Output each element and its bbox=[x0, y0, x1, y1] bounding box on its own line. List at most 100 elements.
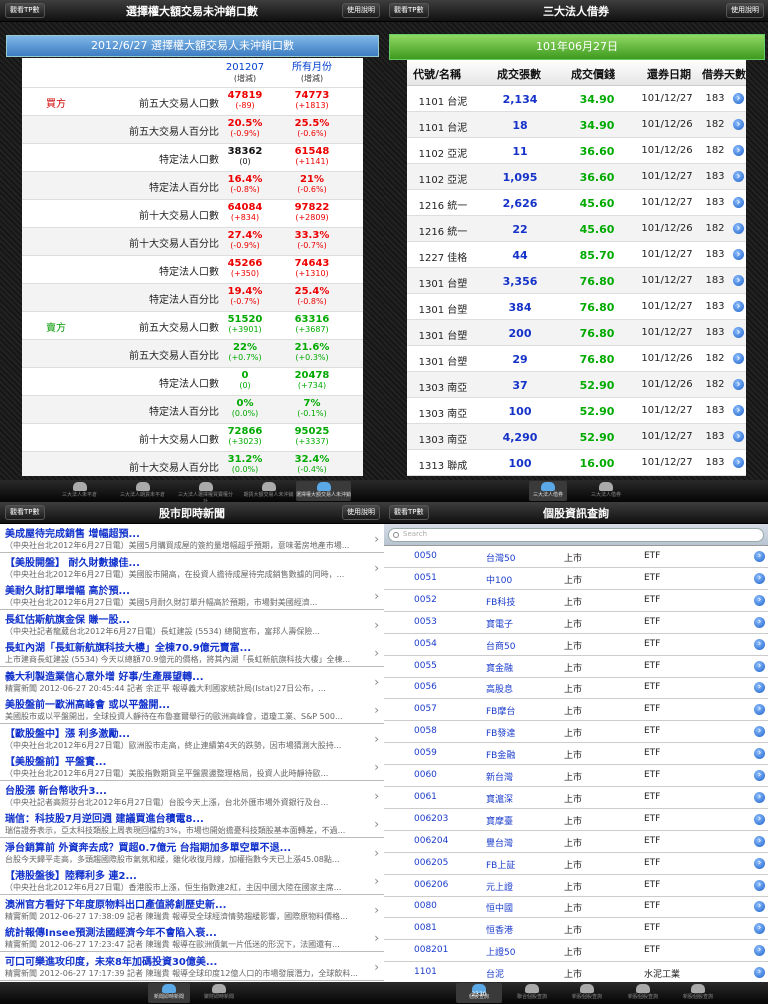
stock-row[interactable]: 008201 上證50 上市 ETF › bbox=[384, 940, 768, 963]
table-row[interactable]: 1101 台泥 2,134 34.90 101/12/27 183 › bbox=[407, 86, 746, 112]
tab-5[interactable]: 選擇權大額交易人未沖銷 bbox=[296, 481, 351, 501]
tab-1[interactable]: 個股查詢 2330 bbox=[456, 983, 502, 1003]
stock-row[interactable]: 006203 寶摩臺 上市 ETF › bbox=[384, 809, 768, 831]
news-item[interactable]: 長紅估斯航旗金保 賺一股... （中央社記者龍葳台北2012年6月27日電）長虹建… bbox=[0, 609, 384, 639]
stock-row[interactable]: 0053 寶電子 上市 ETF › bbox=[384, 612, 768, 634]
news-item[interactable]: 義大利製造業信心意外增 好事/生產展望轉... 精實新聞 2012-06-27 2… bbox=[0, 666, 384, 696]
stock-row[interactable]: 0050 台灣50 上市 ETF › bbox=[384, 546, 768, 568]
disclosure-icon[interactable]: › bbox=[754, 967, 765, 979]
disclosure-icon[interactable]: › bbox=[754, 594, 765, 606]
stock-row[interactable]: 006205 FB上証 上市 ETF › bbox=[384, 853, 768, 875]
stock-row[interactable]: 006206 元上證 上市 ETF › bbox=[384, 875, 768, 897]
table-row[interactable]: 1227 佳格 44 85.70 101/12/27 183 › bbox=[407, 242, 746, 268]
tab-3[interactable]: 新股個股查詢 bbox=[564, 983, 610, 1003]
disclosure-icon[interactable]: › bbox=[754, 616, 765, 628]
disclosure-icon[interactable]: › bbox=[754, 901, 765, 913]
disclosure-icon[interactable]: › bbox=[733, 275, 744, 286]
disclosure-icon[interactable]: › bbox=[754, 682, 765, 694]
stock-row[interactable]: 0058 FB發達 上市 ETF › bbox=[384, 721, 768, 744]
news-item[interactable]: 【美股盤前】平盤實... （中央社台北2012年6月27日電）美股指數期貨呈平盤震… bbox=[0, 752, 384, 781]
tab-1[interactable]: 新聞即時新聞 bbox=[148, 983, 190, 1003]
news-item[interactable]: 長虹內湖「長虹新航旗科技大樓」全棟70.9億元賣富... 上市建商長虹建設 (55… bbox=[0, 638, 384, 667]
disclosure-icon[interactable]: › bbox=[754, 704, 765, 716]
disclosure-icon[interactable]: › bbox=[733, 197, 744, 208]
disclosure-icon[interactable]: › bbox=[754, 813, 765, 825]
stock-row[interactable]: 0054 台商50 上市 ETF › bbox=[384, 634, 768, 656]
disclosure-icon[interactable]: › bbox=[754, 923, 765, 935]
disclosure-icon[interactable]: › bbox=[733, 431, 744, 442]
disclosure-icon[interactable]: › bbox=[733, 327, 744, 338]
table-row[interactable]: 1102 亞泥 1,095 36.60 101/12/27 183 › bbox=[407, 164, 746, 190]
search-input[interactable]: Search bbox=[388, 528, 764, 542]
disclosure-icon[interactable]: › bbox=[733, 353, 744, 364]
table-row[interactable]: 1313 聯成 100 16.00 101/12/27 183 › bbox=[407, 450, 746, 476]
disclosure-icon[interactable]: › bbox=[733, 93, 744, 104]
table-row[interactable]: 1301 台塑 384 76.80 101/12/27 183 › bbox=[407, 294, 746, 320]
table-row[interactable]: 1102 亞泥 11 36.60 101/12/26 182 › bbox=[407, 138, 746, 164]
stock-row[interactable]: 006204 豐台灣 上市 ETF › bbox=[384, 831, 768, 853]
disclosure-icon[interactable]: › bbox=[733, 405, 744, 416]
table-row[interactable]: 1301 台塑 200 76.80 101/12/27 183 › bbox=[407, 320, 746, 346]
disclosure-icon[interactable]: › bbox=[733, 301, 744, 312]
table-row[interactable]: 1216 統一 2,626 45.60 101/12/27 183 › bbox=[407, 190, 746, 216]
news-item[interactable]: 美成屋待完成銷售 增幅超預... （中央社台北2012年6月27日電）美國5月購買… bbox=[0, 524, 384, 553]
stock-row[interactable]: 0051 中100 上市 ETF › bbox=[384, 568, 768, 590]
table-row[interactable]: 1303 南亞 37 52.90 101/12/26 182 › bbox=[407, 372, 746, 398]
disclosure-icon[interactable]: › bbox=[754, 770, 765, 781]
help-button[interactable]: 使用說明 bbox=[342, 3, 380, 18]
tab-2[interactable]: 三大法人借券 bbox=[587, 481, 625, 501]
stock-row[interactable]: 0056 高股息 上市 ETF › bbox=[384, 677, 768, 700]
tab-1[interactable]: 三大法人未平倉 bbox=[52, 481, 107, 501]
news-item[interactable]: 【美股開盤】 耐久財數據佳... （中央社台北2012年6月27日電）美國股市開高… bbox=[0, 552, 384, 582]
table-row[interactable]: 1303 南亞 100 52.90 101/12/27 183 › bbox=[407, 398, 746, 424]
disclosure-icon[interactable]: › bbox=[754, 791, 765, 803]
disclosure-icon[interactable]: › bbox=[754, 945, 765, 957]
stock-row[interactable]: 0061 寶滬深 上市 ETF › bbox=[384, 787, 768, 809]
tab-4[interactable]: 新股個股查詢 bbox=[620, 983, 666, 1003]
tab-4[interactable]: 期貨大額交易人未沖銷 bbox=[241, 481, 296, 501]
help-button[interactable]: 使用說明 bbox=[342, 505, 380, 520]
disclosure-icon[interactable]: › bbox=[733, 457, 744, 468]
tab-5[interactable]: 新股個股查詢 bbox=[675, 983, 721, 1003]
disclosure-icon[interactable]: › bbox=[754, 857, 765, 869]
news-item[interactable]: 澳洲官方看好下年度原物料出口產值將創歷史新... 精實新聞 2012-06-27 … bbox=[0, 894, 384, 924]
table-row[interactable]: 1301 台塑 3,356 76.80 101/12/27 183 › bbox=[407, 268, 746, 294]
news-item[interactable]: 【歐股盤中】漲 利多激勵... （中央社台北2012年6月27日電）歐洲股市走高，… bbox=[0, 723, 384, 753]
disclosure-icon[interactable]: › bbox=[754, 638, 765, 650]
news-item[interactable]: 可口可樂進攻印度，未來8年加碼投資30億美... 精實新聞 2012-06-27 … bbox=[0, 951, 384, 981]
news-item[interactable]: 美股盤前一歐洲高峰會 或以平盤開... 美國股市或以平盤開出，全球投資人靜待在布魯… bbox=[0, 695, 384, 724]
news-item[interactable]: 瑞信：科技股7月逆回週 建議買進台積電8... 瑞信證券表示，亞太科技類股上周表現… bbox=[0, 809, 384, 838]
news-item[interactable]: 淨台銷算前 外資奔去成？買超0.7億元 台指期加多單空單不退... 台股今天歸平走… bbox=[0, 837, 384, 867]
disclosure-icon[interactable]: › bbox=[733, 171, 744, 182]
disclosure-icon[interactable]: › bbox=[733, 379, 744, 390]
tab-2[interactable]: 三大法人期貨未平倉 bbox=[115, 481, 170, 501]
tab-2[interactable]: 聯合個股查詢 bbox=[509, 983, 555, 1003]
disclosure-icon[interactable]: › bbox=[754, 726, 765, 738]
stock-row[interactable]: 0081 恒香港 上市 ETF › bbox=[384, 918, 768, 941]
news-item[interactable]: 【港股盤後】陸釋利多 連2... （中央社台北2012年6月27日電）香港股市上漲… bbox=[0, 866, 384, 895]
table-row[interactable]: 1303 南亞 4,290 52.90 101/12/27 183 › bbox=[407, 424, 746, 450]
news-item[interactable]: 美耐久財訂單增幅 高於預... （中央社台北2012年6月27日電）美國5月耐久財… bbox=[0, 581, 384, 610]
disclosure-icon[interactable]: › bbox=[754, 572, 765, 584]
stock-row[interactable]: 0080 恒中國 上市 ETF › bbox=[384, 896, 768, 919]
stock-row[interactable]: 0059 FB金融 上市 ETF › bbox=[384, 743, 768, 766]
disclosure-icon[interactable]: › bbox=[754, 551, 765, 562]
disclosure-icon[interactable]: › bbox=[733, 119, 744, 130]
tab-3[interactable]: 三大法人選擇權買賣權分計 bbox=[178, 481, 233, 502]
tab-1[interactable]: 三大法人借券 bbox=[529, 481, 567, 501]
stock-row[interactable]: 0060 新台灣 上市 ETF › bbox=[384, 765, 768, 787]
table-row[interactable]: 1301 台塑 29 76.80 101/12/26 182 › bbox=[407, 346, 746, 372]
table-row[interactable]: 1216 統一 22 45.60 101/12/26 182 › bbox=[407, 216, 746, 242]
disclosure-icon[interactable]: › bbox=[733, 145, 744, 156]
disclosure-icon[interactable]: › bbox=[733, 223, 744, 234]
tab-2[interactable]: 聚財即時新聞 bbox=[198, 983, 240, 1003]
disclosure-icon[interactable]: › bbox=[754, 879, 765, 891]
table-row[interactable]: 1101 台泥 18 34.90 101/12/26 182 › bbox=[407, 112, 746, 138]
stock-row[interactable]: 0057 FB摩台 上市 ETF › bbox=[384, 699, 768, 722]
news-item[interactable]: 台股漲 新台幣收升3... （中央社記者高照芬台北2012年6月27日電）台股今天… bbox=[0, 780, 384, 810]
help-button[interactable]: 使用說明 bbox=[726, 3, 764, 18]
stock-row[interactable]: 0055 寶金融 上市 ETF › bbox=[384, 656, 768, 678]
disclosure-icon[interactable]: › bbox=[754, 748, 765, 760]
stock-row[interactable]: 0052 FB科技 上市 ETF › bbox=[384, 590, 768, 612]
stock-row[interactable]: 1101 台泥 上市 水泥工業 › bbox=[384, 962, 768, 982]
